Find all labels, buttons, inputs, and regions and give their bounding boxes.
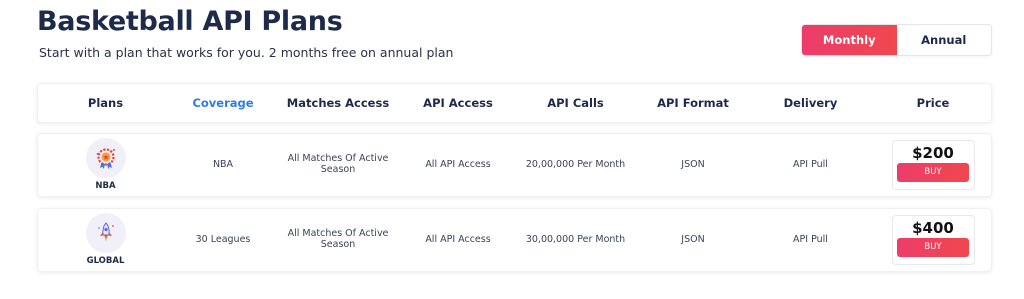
delivery-value: API Pull (793, 233, 828, 245)
page-title: Basketball API Plans (37, 6, 343, 37)
price-box: $200 BUY (891, 140, 975, 190)
column-header-plans: Plans (87, 96, 124, 110)
plan-cell: GLOBAL (38, 209, 173, 271)
page-subtitle: Start with a plan that works for you. 2 … (39, 45, 454, 60)
column-header-api-format: API Format (657, 96, 729, 110)
buy-button[interactable]: BUY (897, 163, 969, 182)
column-header-api-access: API Access (423, 96, 493, 110)
api-calls-value: 30,00,000 Per Month (525, 233, 626, 245)
matches-access-value: All Matches Of Active Season (287, 228, 389, 250)
column-header-matches-access: Matches Access (286, 96, 390, 110)
plan-cell: NBA (38, 134, 173, 196)
api-access-value: All API Access (425, 233, 491, 245)
delivery-value: API Pull (793, 158, 828, 170)
table-header-row: Plans Coverage Matches Access API Access… (37, 83, 992, 123)
api-calls-value: 20,00,000 Per Month (525, 158, 626, 170)
buy-button[interactable]: BUY (897, 238, 969, 257)
billing-toggle: Monthly Annual (801, 24, 992, 56)
api-access-value: All API Access (425, 158, 491, 170)
matches-access-value: All Matches Of Active Season (287, 153, 389, 175)
price-value: $200 (912, 144, 954, 162)
price-box: $400 BUY (891, 215, 975, 265)
coverage-value: 30 Leagues (195, 233, 251, 245)
plan-name: NBA (95, 181, 116, 191)
column-header-coverage[interactable]: Coverage (173, 84, 273, 122)
rocket-icon (85, 213, 126, 253)
plan-row-nba: NBA NBA All Matches Of Active Season All… (37, 133, 992, 197)
column-header-api-calls: API Calls (547, 96, 604, 110)
annual-toggle-button[interactable]: Annual (896, 25, 991, 55)
api-format-value: JSON (681, 158, 705, 170)
plan-name: GLOBAL (86, 256, 125, 266)
price-cell: $400 BUY (873, 209, 993, 271)
price-value: $400 (912, 219, 954, 237)
plan-row-global: GLOBAL 30 Leagues All Matches Of Active … (37, 208, 992, 272)
coverage-value: NBA (212, 158, 234, 170)
column-header-delivery: Delivery (783, 96, 838, 110)
column-header-price: Price (916, 96, 950, 110)
price-cell: $200 BUY (873, 134, 993, 196)
api-format-value: JSON (681, 233, 705, 245)
monthly-toggle-button[interactable]: Monthly (802, 25, 897, 55)
trophy-medal-icon (85, 138, 126, 178)
